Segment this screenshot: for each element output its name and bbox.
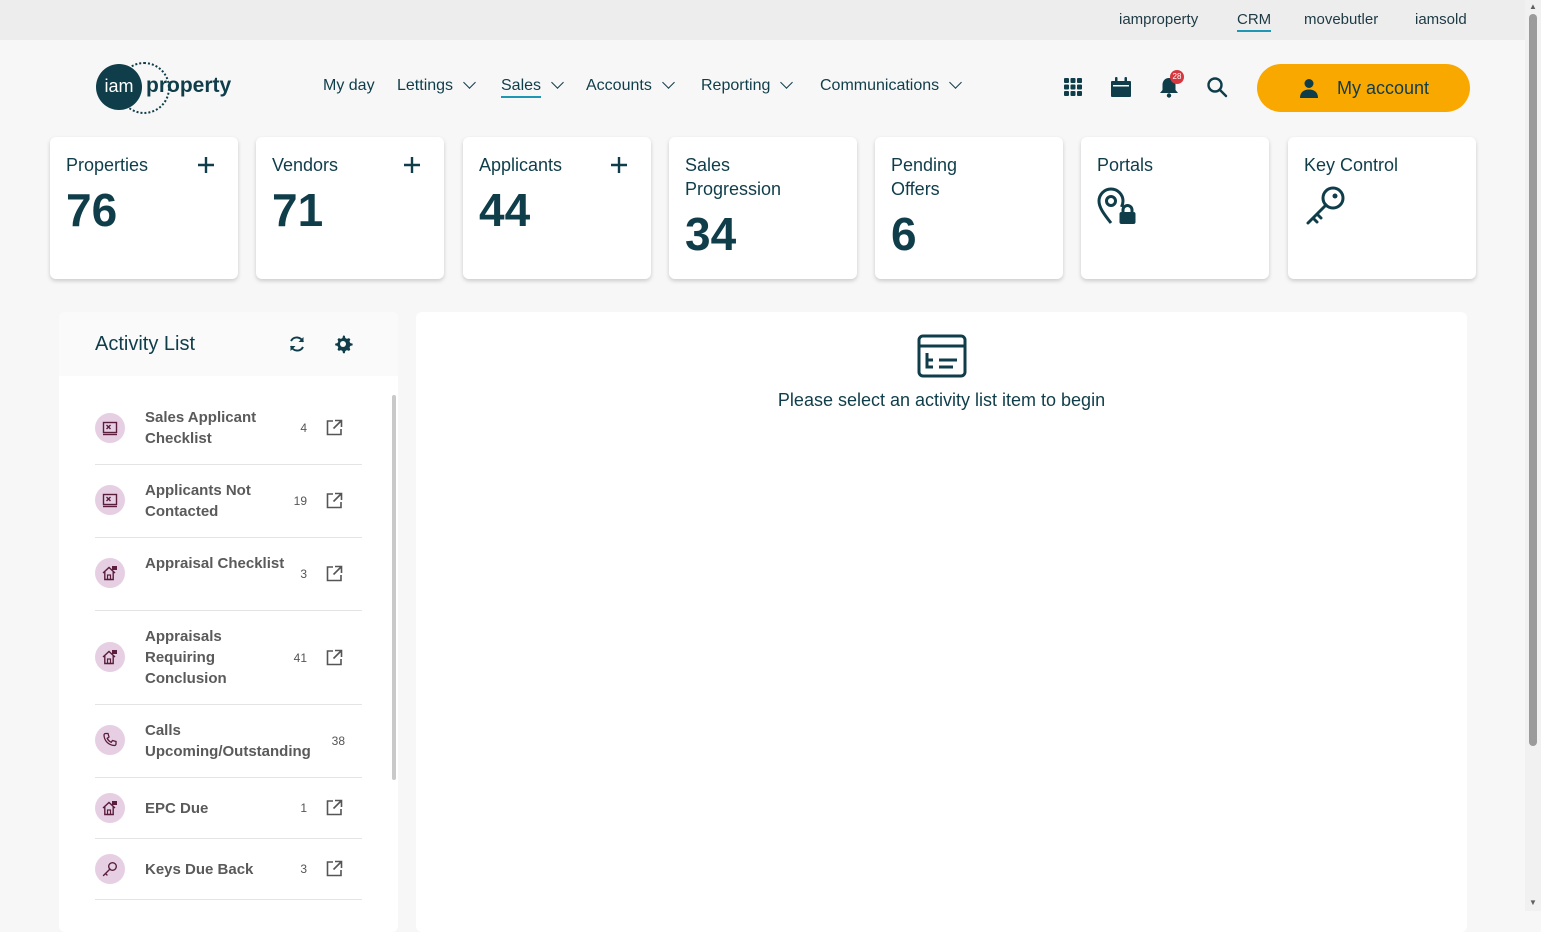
activity-list-panel: Activity List Sales Applicant Checklist … <box>59 312 398 932</box>
card-value: 34 <box>685 208 737 260</box>
logo-mark: iam <box>96 64 142 110</box>
activity-item-label: Appraisal Checklist <box>145 555 285 572</box>
gear-icon[interactable] <box>333 334 353 354</box>
card-value: 44 <box>479 184 531 236</box>
activity-item-label: Keys Due Back <box>145 861 254 878</box>
chevron-down-icon <box>780 76 794 89</box>
notification-count-badge: 28 <box>1170 70 1184 84</box>
activity-item-count: 38 <box>331 734 345 748</box>
nav-item-sales[interactable]: Sales <box>501 76 564 98</box>
chevron-down-icon <box>661 76 675 89</box>
external-link-icon[interactable] <box>324 418 344 438</box>
calendar-icon[interactable] <box>1110 76 1134 100</box>
nav-item-accounts[interactable]: Accounts <box>586 76 675 95</box>
card-value: 6 <box>891 208 917 260</box>
iamproperty-logo[interactable]: iam property <box>96 62 236 114</box>
checklist-icon <box>95 485 125 515</box>
activity-item-count: 41 <box>293 651 307 665</box>
chevron-down-icon <box>551 76 564 89</box>
external-link-icon[interactable] <box>324 859 344 879</box>
checklist-icon <box>95 413 125 443</box>
scroll-down-arrow-icon[interactable]: ▼ <box>1527 898 1539 908</box>
external-link-icon[interactable] <box>324 564 344 584</box>
card-label: Properties <box>66 155 149 175</box>
nav-item-my-day[interactable]: My day <box>323 77 375 95</box>
activity-list-scrollbar[interactable] <box>392 395 396 780</box>
nav-item-communications[interactable]: Communications <box>820 76 963 95</box>
activity-item-calls-upcoming-outstanding[interactable]: Calls Upcoming/Outstanding 38 <box>95 705 362 778</box>
card-pending-offers[interactable]: Pending Offers 6 <box>875 137 1063 279</box>
activity-item-applicants-not-contacted[interactable]: Applicants Not Contacted 19 <box>95 465 362 538</box>
card-label: Pending Offers <box>891 155 958 199</box>
chevron-down-icon <box>949 76 963 89</box>
nav-item-lettings[interactable]: Lettings <box>397 76 476 95</box>
house-flag-icon <box>95 642 125 672</box>
activity-item-count: 3 <box>300 862 307 876</box>
activity-item-label: EPC Due <box>145 800 209 817</box>
topbar-link-movebutler[interactable]: movebutler <box>1304 11 1378 28</box>
activity-item-label: Appraisals Requiring Conclusion <box>145 628 227 687</box>
activity-item-label: Applicants Not Contacted <box>145 482 251 520</box>
activity-item-count: 1 <box>300 801 307 815</box>
card-value: 76 <box>66 184 118 236</box>
apps-grid-icon[interactable] <box>1062 76 1086 100</box>
phone-icon <box>95 725 125 755</box>
my-account-button[interactable]: My account <box>1257 64 1470 112</box>
activity-list-title: Activity List <box>95 333 196 355</box>
card-label: Portals <box>1097 155 1154 175</box>
topbar-link-iamsold[interactable]: iamsold <box>1415 11 1467 28</box>
key-icon <box>95 854 125 884</box>
card-key-control[interactable]: Key Control <box>1288 137 1476 279</box>
card-vendors[interactable]: Vendors 71 <box>256 137 444 279</box>
card-portals[interactable]: Portals <box>1081 137 1269 279</box>
add-property-plus-icon[interactable] <box>196 155 216 175</box>
location-lock-icon <box>1097 187 1136 224</box>
external-link-icon[interactable] <box>324 648 344 668</box>
activity-item-appraisals-requiring-conclusion[interactable]: Appraisals Requiring Conclusion 41 <box>95 611 362 705</box>
key-icon <box>1306 186 1345 225</box>
activity-item-label: Calls Upcoming/Outstanding <box>145 722 311 760</box>
card-applicants[interactable]: Applicants 44 <box>463 137 651 279</box>
top-utility-bar: iamproperty CRM movebutler iamsold <box>0 0 1525 40</box>
activity-list-header: Activity List <box>59 312 398 376</box>
activity-item-count: 3 <box>300 567 307 581</box>
nav-item-reporting[interactable]: Reporting <box>701 76 794 95</box>
logo-text: property <box>146 74 232 97</box>
scroll-up-arrow-icon[interactable]: ▲ <box>1527 2 1539 12</box>
topbar-link-crm[interactable]: CRM <box>1237 11 1272 32</box>
topbar-link-iamproperty[interactable]: iamproperty <box>1119 11 1198 28</box>
activity-item-label: Sales Applicant Checklist <box>145 409 257 447</box>
activity-item-keys-due-back[interactable]: Keys Due Back 3 <box>95 839 362 900</box>
activity-item-sales-applicant-checklist[interactable]: Sales Applicant Checklist 4 <box>95 396 362 465</box>
activity-item-appraisal-checklist[interactable]: Appraisal Checklist 3 <box>95 538 362 611</box>
list-card-icon <box>917 334 967 378</box>
activity-item-count: 4 <box>300 421 307 435</box>
card-value: 71 <box>272 184 324 236</box>
card-properties[interactable]: Properties 76 <box>50 137 238 279</box>
house-flag-icon <box>95 793 125 823</box>
search-icon[interactable] <box>1206 76 1230 100</box>
my-account-label: My account <box>1337 78 1430 98</box>
house-flag-icon <box>95 558 125 588</box>
external-link-icon[interactable] <box>324 798 344 818</box>
chevron-down-icon <box>463 76 476 89</box>
card-label: Vendors <box>272 155 339 175</box>
card-sales-progression[interactable]: Sales Progression 34 <box>669 137 857 279</box>
add-vendor-plus-icon[interactable] <box>402 155 422 175</box>
card-label: Applicants <box>479 155 563 175</box>
card-label: Sales Progression <box>685 155 782 199</box>
external-link-icon[interactable] <box>324 491 344 511</box>
card-label: Key Control <box>1304 155 1399 175</box>
refresh-icon[interactable] <box>287 334 307 354</box>
empty-state-message: Please select an activity list item to b… <box>777 390 1106 410</box>
user-icon <box>1300 79 1318 98</box>
activity-item-epc-due[interactable]: EPC Due 1 <box>95 778 362 839</box>
page-scrollbar-thumb[interactable] <box>1529 14 1537 746</box>
activity-detail-panel: Please select an activity list item to b… <box>416 312 1467 932</box>
add-applicant-plus-icon[interactable] <box>609 155 629 175</box>
activity-item-count: 19 <box>293 494 307 508</box>
